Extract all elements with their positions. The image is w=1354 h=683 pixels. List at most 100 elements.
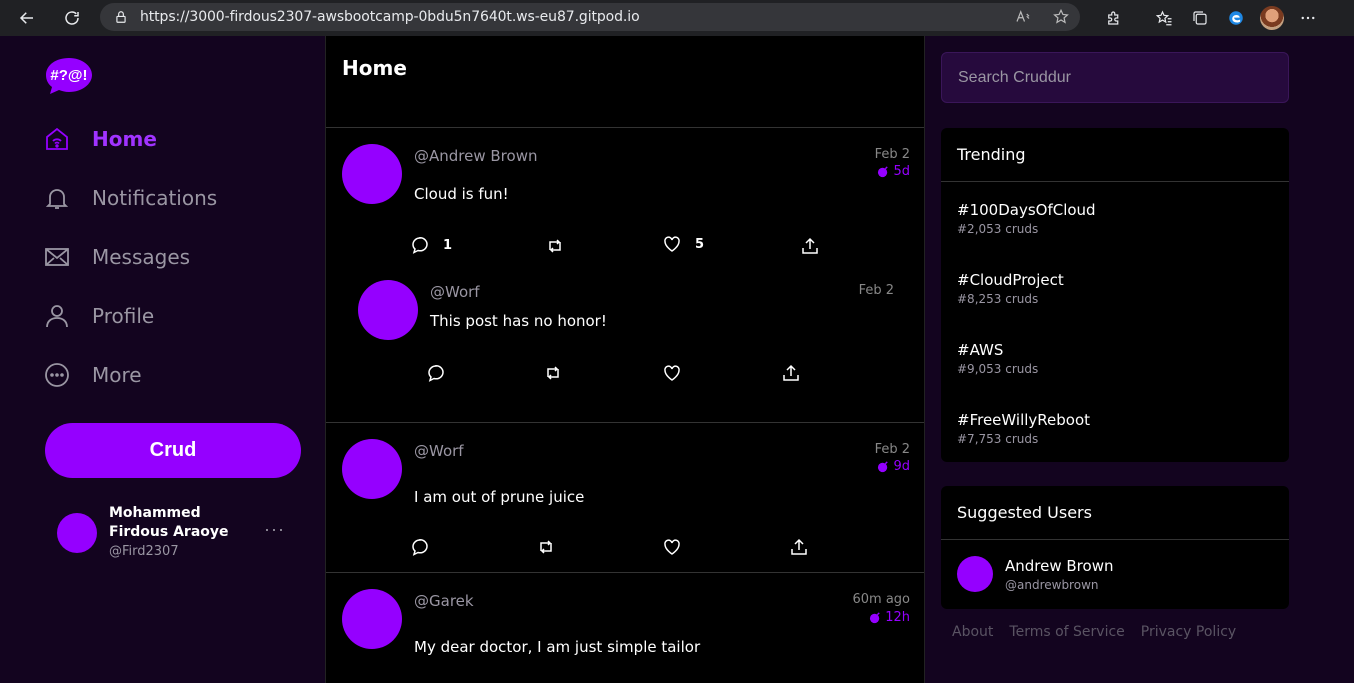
like-button[interactable] (663, 538, 681, 556)
profile-button[interactable] (1254, 0, 1290, 36)
trending-item[interactable]: #100DaysOfCloud #2,053 cruds (957, 201, 1096, 236)
more-icon (44, 362, 70, 388)
bomb-icon (878, 461, 889, 473)
search-input[interactable] (941, 52, 1289, 103)
avatar (358, 280, 418, 340)
post-message: Cloud is fun! (414, 185, 509, 203)
read-aloud-icon[interactable] (1014, 8, 1032, 26)
nav-more-label: More (92, 363, 142, 387)
like-button[interactable]: 5 (663, 235, 704, 253)
post-expires: 12h (869, 610, 910, 625)
share-button[interactable] (782, 364, 800, 382)
trending-count: #8,253 cruds (957, 292, 1039, 306)
repost-icon (547, 366, 559, 380)
activity-item[interactable]: @Garek 60m ago 12h My dear doctor, I am … (326, 573, 924, 683)
extensions-button[interactable] (1096, 0, 1132, 36)
suggested-users-box: Suggested Users Andrew Brown @andrewbrow… (941, 486, 1289, 609)
activity-item[interactable]: @Worf Feb 2 9d I am out of prune juice (326, 423, 924, 572)
expires-text: 5d (893, 164, 910, 179)
current-user-card[interactable]: Mohammed Firdous Araoye @Fird2307 ··· (57, 502, 297, 562)
address-bar[interactable]: https://3000-firdous2307-awsbootcamp-0bd… (100, 3, 1080, 31)
lock-icon (116, 11, 126, 23)
avatar (57, 513, 97, 553)
back-button[interactable] (9, 0, 45, 36)
browser-menu-button[interactable] (1290, 0, 1326, 36)
current-user-handle: @Fird2307 (109, 544, 179, 559)
post-date: 60m ago (852, 592, 910, 607)
like-button[interactable] (663, 364, 681, 382)
trending-count: #2,053 cruds (957, 222, 1039, 236)
more-horizontal-icon (1301, 16, 1315, 20)
reply-handle[interactable]: @Worf (430, 283, 480, 301)
repost-button[interactable] (537, 538, 555, 556)
post-handle[interactable]: @Worf (414, 442, 464, 460)
nav-home[interactable]: Home (44, 119, 157, 159)
user-icon (44, 303, 70, 329)
trending-tag: #AWS (957, 341, 1004, 359)
nav-profile[interactable]: Profile (44, 296, 154, 336)
post-date: Feb 2 (874, 147, 910, 162)
crud-button[interactable]: Crud (45, 423, 301, 478)
trending-count: #9,053 cruds (957, 362, 1039, 376)
collections-icon (1193, 11, 1207, 25)
trending-item[interactable]: #CloudProject #8,253 cruds (957, 271, 1064, 306)
cruddur-logo[interactable]: #?@! (45, 56, 93, 96)
nav-notifications[interactable]: Notifications (44, 178, 217, 218)
nav-home-label: Home (92, 127, 157, 151)
reply-button[interactable] (427, 364, 445, 382)
refresh-button[interactable] (54, 0, 90, 36)
activity-item[interactable]: @Andrew Brown Feb 2 5d Cloud is fun! 1 5… (326, 128, 924, 422)
current-user-name: Mohammed Firdous Araoye (109, 505, 229, 540)
repost-button[interactable] (546, 237, 564, 255)
nav-more[interactable]: More (44, 355, 142, 395)
repost-button[interactable] (544, 364, 562, 382)
share-button[interactable] (801, 237, 819, 255)
collections-button[interactable] (1182, 0, 1218, 36)
bomb-icon (870, 612, 880, 624)
trending-count: #7,753 cruds (957, 432, 1039, 446)
suggested-users-title: Suggested Users (941, 486, 1289, 540)
post-handle[interactable]: @Andrew Brown (414, 147, 537, 165)
nav-notifications-label: Notifications (92, 186, 218, 210)
user-menu-icon[interactable]: ··· (264, 519, 285, 540)
url-text: https://3000-firdous2307-awsbootcamp-0bd… (140, 9, 640, 25)
footer-link-privacy[interactable]: Privacy Policy (1141, 624, 1236, 640)
reply-button[interactable] (411, 538, 429, 556)
nav-messages[interactable]: Messages (44, 237, 190, 277)
favorite-star-icon[interactable] (1052, 8, 1070, 26)
post-handle[interactable]: @Garek (414, 592, 474, 610)
repost-icon (549, 239, 561, 253)
footer-link-terms[interactable]: Terms of Service (1009, 624, 1124, 640)
refresh-icon (65, 11, 79, 25)
trending-item[interactable]: #FreeWillyReboot #7,753 cruds (957, 411, 1090, 446)
share-icon (791, 538, 807, 555)
post-date: Feb 2 (874, 442, 910, 457)
footer-link-about[interactable]: About (952, 624, 993, 640)
post-message: I am out of prune juice (414, 488, 585, 506)
edge-logo-icon (1229, 11, 1243, 25)
home-icon (44, 126, 70, 152)
page-title: Home (342, 56, 407, 80)
logo-text: #?@! (50, 67, 87, 84)
reply-button[interactable]: 1 (411, 236, 452, 254)
repost-icon (540, 540, 552, 554)
nav-messages-label: Messages (92, 245, 191, 269)
avatar (342, 439, 402, 499)
favorites-button[interactable] (1146, 0, 1182, 36)
reply-count: 1 (443, 237, 453, 253)
browser-avatar (1260, 6, 1284, 30)
suggested-user-name: Andrew Brown (1005, 557, 1114, 575)
trending-tag: #FreeWillyReboot (957, 411, 1091, 429)
share-button[interactable] (790, 538, 808, 556)
trending-title: Trending (941, 128, 1289, 182)
reply-icon (412, 539, 428, 556)
bell-icon (44, 185, 70, 211)
trending-box: Trending #100DaysOfCloud #2,053 cruds #C… (941, 128, 1289, 462)
trending-tag: #CloudProject (957, 271, 1064, 289)
avatar (342, 589, 402, 649)
suggested-user[interactable]: Andrew Brown @andrewbrown (957, 556, 1277, 592)
edge-button[interactable] (1218, 0, 1254, 36)
post-message: My dear doctor, I am just simple tailor (414, 638, 701, 656)
trending-item[interactable]: #AWS #9,053 cruds (957, 341, 1038, 376)
footer-links: About Terms of Service Privacy Policy (952, 624, 1236, 640)
